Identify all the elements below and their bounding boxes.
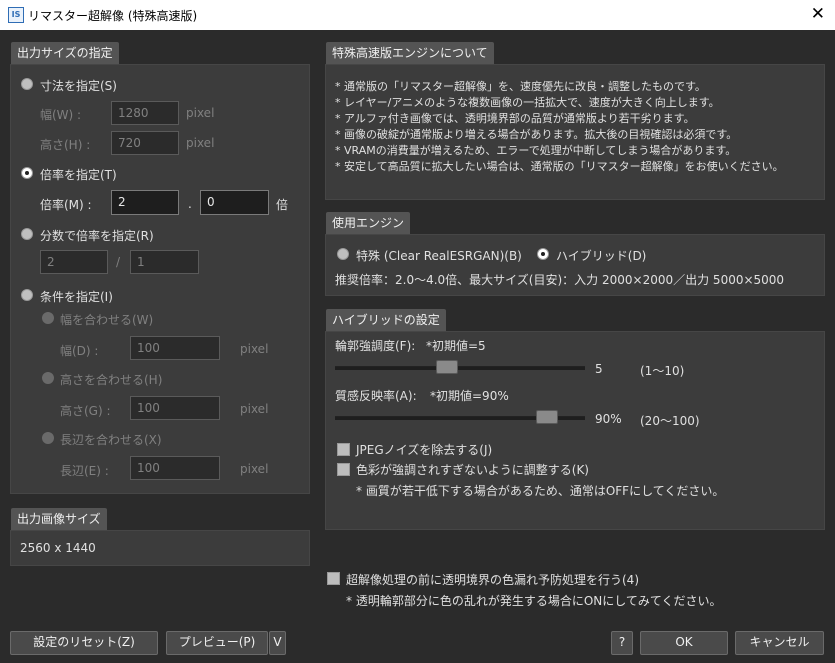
close-icon[interactable]: ✕ bbox=[811, 4, 825, 24]
texture-slider-thumb[interactable] bbox=[536, 410, 559, 424]
color-adjust-note: * 画質が若干低下する場合があるため、通常はOFFにしてください。 bbox=[356, 484, 725, 498]
engine-special-label: 特殊 (Clear RealESRGAN)(B) bbox=[356, 249, 522, 263]
reset-button[interactable]: 設定のリセット(Z) bbox=[10, 631, 158, 655]
scale-frac-input[interactable]: 0 bbox=[200, 190, 269, 215]
width-label: 幅(W) : bbox=[40, 108, 82, 122]
cancel-button[interactable]: キャンセル bbox=[735, 631, 824, 655]
by-size-label: 寸法を指定(S) bbox=[40, 79, 117, 93]
fit-width-field-label: 幅(D) : bbox=[60, 344, 99, 358]
scale-label: 倍率(M) : bbox=[40, 198, 92, 212]
color-adjust-label: 色彩が強調されすぎないように調整する(K) bbox=[356, 463, 589, 477]
by-condition-label: 条件を指定(I) bbox=[40, 290, 113, 304]
color-adjust-checkbox[interactable] bbox=[337, 463, 350, 476]
fit-long-input[interactable]: 100 bbox=[130, 456, 220, 480]
fit-width-label: 幅を合わせる(W) bbox=[60, 313, 154, 327]
texture-range: (20～100) bbox=[640, 414, 700, 428]
fit-height-input[interactable]: 100 bbox=[130, 396, 220, 420]
tab-engine: 使用エンジン bbox=[326, 212, 411, 234]
radio-by-fraction[interactable] bbox=[21, 228, 33, 240]
fraction-slash: / bbox=[116, 255, 121, 269]
contour-label: 輪郭強調度(F): bbox=[335, 339, 416, 353]
radio-by-scale[interactable] bbox=[21, 167, 33, 179]
radio-fit-height[interactable] bbox=[42, 372, 54, 384]
fit-long-field-label: 長辺(E) : bbox=[60, 464, 109, 478]
contour-slider-thumb[interactable] bbox=[436, 360, 459, 374]
app-icon: IS bbox=[8, 7, 24, 23]
fit-long-unit: pixel bbox=[240, 462, 269, 476]
tab-output-image-size: 出力画像サイズ bbox=[11, 508, 107, 530]
height-input[interactable]: 720 bbox=[111, 131, 179, 155]
radio-engine-special[interactable] bbox=[337, 248, 349, 260]
output-size-spec-panel bbox=[10, 64, 310, 494]
about-line: * 安定して高品質に拡大したい場合は、通常版の「リマスター超解像」をお使いくださ… bbox=[335, 160, 784, 173]
tab-hybrid-settings: ハイブリッドの設定 bbox=[326, 309, 446, 331]
tab-about-engine: 特殊高速版エンジンについて bbox=[326, 42, 494, 64]
fit-long-label: 長辺を合わせる(X) bbox=[60, 433, 162, 447]
contour-range: (1～10) bbox=[640, 364, 685, 378]
engine-hybrid-label: ハイブリッド(D) bbox=[556, 249, 647, 263]
scale-int-input[interactable]: 2 bbox=[111, 190, 179, 215]
by-scale-label: 倍率を指定(T) bbox=[40, 168, 117, 182]
scale-unit: 倍 bbox=[276, 198, 289, 212]
jpeg-noise-checkbox[interactable] bbox=[337, 443, 350, 456]
radio-by-condition[interactable] bbox=[21, 289, 33, 301]
radio-fit-long[interactable] bbox=[42, 432, 54, 444]
help-button[interactable]: ? bbox=[611, 631, 633, 655]
radio-engine-hybrid[interactable] bbox=[537, 248, 549, 260]
preview-button[interactable]: プレビュー(P) bbox=[166, 631, 268, 655]
fit-height-unit: pixel bbox=[240, 402, 269, 416]
fit-width-unit: pixel bbox=[240, 342, 269, 356]
title-bar: IS リマスター超解像 (特殊高速版) ✕ bbox=[0, 0, 835, 30]
fit-height-label: 高さを合わせる(H) bbox=[60, 373, 163, 387]
by-fraction-label: 分数で倍率を指定(R) bbox=[40, 229, 154, 243]
scale-dot: . bbox=[188, 197, 192, 211]
contour-default: *初期値=5 bbox=[426, 339, 486, 353]
radio-by-size[interactable] bbox=[21, 78, 33, 90]
about-line: * レイヤー/アニメのような複数画像の一括拡大で、速度が大きく向上します。 bbox=[335, 96, 720, 109]
about-engine-text: * 通常版の「リマスター超解像」を、速度優先に改良・調整したものです。 * レイ… bbox=[335, 79, 820, 175]
texture-label: 質感反映率(A): bbox=[335, 389, 417, 403]
contour-slider-track[interactable] bbox=[335, 366, 585, 370]
about-line: * VRAMの消費量が増えるため、エラーで処理が中断してしまう場合があります。 bbox=[335, 144, 737, 157]
output-image-size-value: 2560 x 1440 bbox=[20, 541, 96, 555]
height-unit: pixel bbox=[186, 136, 215, 150]
fit-height-field-label: 高さ(G) : bbox=[60, 404, 111, 418]
width-input[interactable]: 1280 bbox=[111, 101, 179, 125]
width-unit: pixel bbox=[186, 106, 215, 120]
fraction-numerator-input[interactable]: 2 bbox=[40, 250, 108, 274]
ok-button[interactable]: OK bbox=[640, 631, 728, 655]
pre-process-note: * 透明輪郭部分に色の乱れが発生する場合にONにしてみてください。 bbox=[346, 594, 722, 608]
window-title: リマスター超解像 (特殊高速版) bbox=[28, 9, 198, 23]
texture-default: *初期値=90% bbox=[430, 389, 509, 403]
fraction-denominator-input[interactable]: 1 bbox=[130, 250, 199, 274]
about-line: * アルファ付き画像では、透明境界部の品質が通常版より若干劣ります。 bbox=[335, 112, 695, 125]
engine-recommend: 推奨倍率：2.0～4.0倍、最大サイズ(目安)：入力 2000×2000／出力 … bbox=[335, 273, 785, 287]
tab-output-size-spec: 出力サイズの指定 bbox=[11, 42, 119, 64]
radio-fit-width[interactable] bbox=[42, 312, 54, 324]
about-line: * 通常版の「リマスター超解像」を、速度優先に改良・調整したものです。 bbox=[335, 80, 706, 93]
preview-dropdown-button[interactable]: V bbox=[269, 631, 286, 655]
pre-process-label: 超解像処理の前に透明境界の色漏れ予防処理を行う(4) bbox=[346, 573, 640, 587]
contour-value: 5 bbox=[595, 362, 603, 376]
about-line: * 画像の破綻が通常版より増える場合があります。拡大後の目視確認は必須です。 bbox=[335, 128, 738, 141]
height-label: 高さ(H) : bbox=[40, 138, 91, 152]
fit-width-input[interactable]: 100 bbox=[130, 336, 220, 360]
texture-value: 90% bbox=[595, 412, 622, 426]
pre-process-checkbox[interactable] bbox=[327, 572, 340, 585]
jpeg-noise-label: JPEGノイズを除去する(J) bbox=[356, 443, 493, 457]
hybrid-settings-panel bbox=[325, 331, 825, 530]
